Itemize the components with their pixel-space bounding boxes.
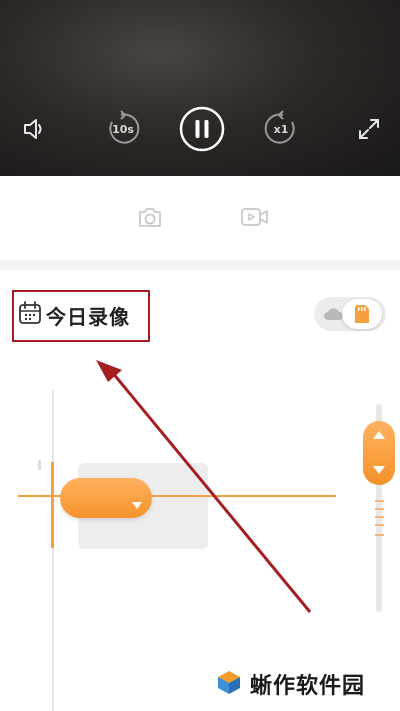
chevron-up-icon[interactable] <box>371 429 387 441</box>
cloud-icon[interactable] <box>322 304 344 324</box>
volume-icon[interactable] <box>20 114 48 144</box>
pause-button[interactable] <box>179 106 225 152</box>
scroll-mark <box>375 534 384 536</box>
watermark-logo-icon <box>216 669 242 699</box>
date-filter-label: 今日录像 <box>46 304 130 329</box>
watermark: 蜥作软件园 <box>216 668 365 700</box>
timeline-axis <box>52 390 54 711</box>
speed-label: x1 <box>274 123 289 136</box>
caret-down-icon <box>132 494 142 513</box>
camera-icon[interactable] <box>136 204 164 230</box>
calendar-icon <box>18 300 42 330</box>
scroll-mark <box>375 500 384 502</box>
scroll-mark <box>375 508 384 510</box>
date-filter[interactable]: 今日录像 <box>18 300 130 330</box>
section-divider <box>0 260 400 270</box>
timeline-tick <box>38 460 41 470</box>
scroll-mark <box>375 516 384 518</box>
record-video-icon[interactable] <box>240 204 270 230</box>
chevron-down-icon[interactable] <box>371 464 387 476</box>
speed-x1-icon[interactable]: x1 <box>262 110 300 148</box>
watermark-text: 蜥作软件园 <box>250 674 366 699</box>
capture-toolbar <box>0 176 400 260</box>
rewind-label: 10s <box>112 123 134 136</box>
rewind-10s-icon[interactable]: 10s <box>104 110 142 148</box>
sd-card-icon[interactable] <box>352 303 372 325</box>
scroll-mark <box>375 524 384 526</box>
fullscreen-icon[interactable] <box>356 116 382 142</box>
timeline-cursor-marker <box>51 462 54 548</box>
